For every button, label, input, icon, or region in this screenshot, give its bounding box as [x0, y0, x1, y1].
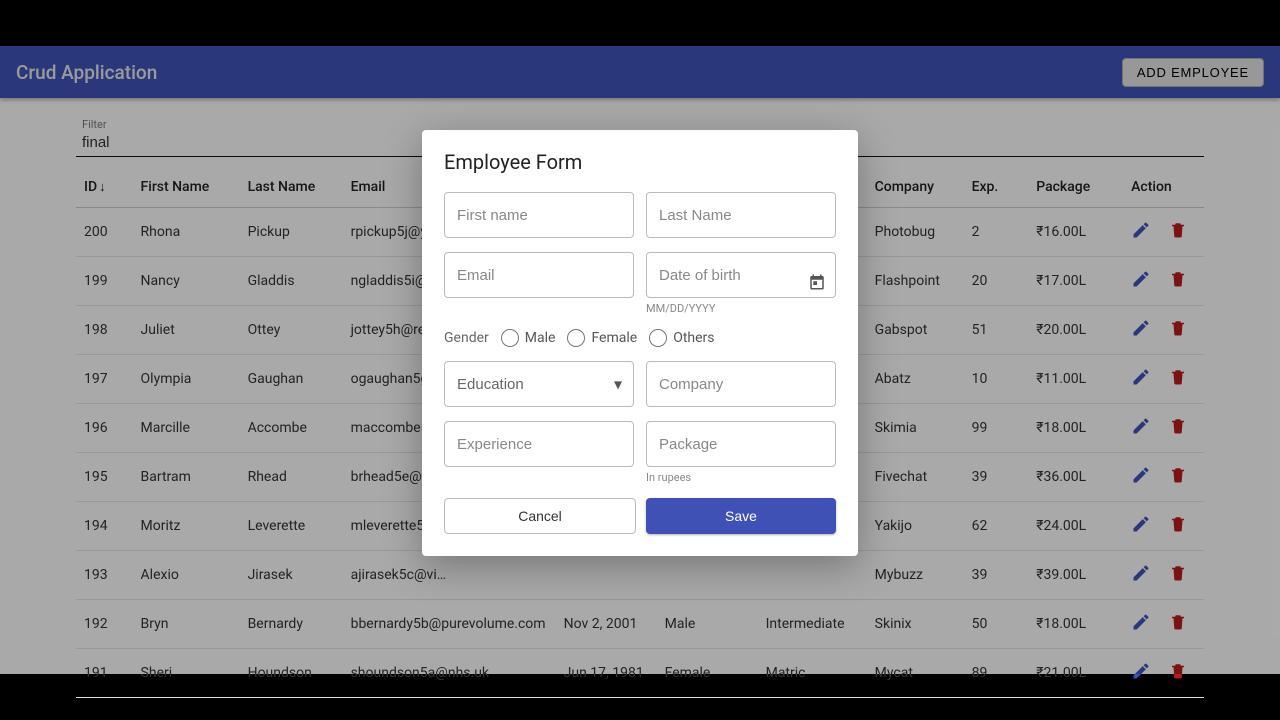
dialog-title: Employee Form [444, 150, 836, 174]
package-input[interactable] [646, 421, 836, 467]
modal-overlay[interactable]: Employee Form MM/DD/YYYY [0, 46, 1280, 674]
gender-option-male[interactable]: Male [501, 329, 556, 347]
first-name-input[interactable] [444, 192, 634, 238]
dob-input[interactable] [646, 252, 836, 298]
dob-hint: MM/DD/YYYY [646, 302, 836, 315]
email-input[interactable] [444, 252, 634, 298]
cancel-button[interactable]: Cancel [444, 498, 636, 534]
gender-label: Gender [444, 330, 489, 346]
experience-input[interactable] [444, 421, 634, 467]
gender-option-others[interactable]: Others [649, 329, 714, 347]
gender-radio-group: Gender Male Female Others [444, 329, 836, 347]
gender-option-female[interactable]: Female [567, 329, 637, 347]
last-name-input[interactable] [646, 192, 836, 238]
company-input[interactable] [646, 361, 836, 407]
package-hint: In rupees [646, 471, 836, 484]
education-select[interactable]: Education [444, 361, 634, 407]
save-button[interactable]: Save [646, 498, 836, 534]
employee-form-dialog: Employee Form MM/DD/YYYY [422, 130, 858, 556]
